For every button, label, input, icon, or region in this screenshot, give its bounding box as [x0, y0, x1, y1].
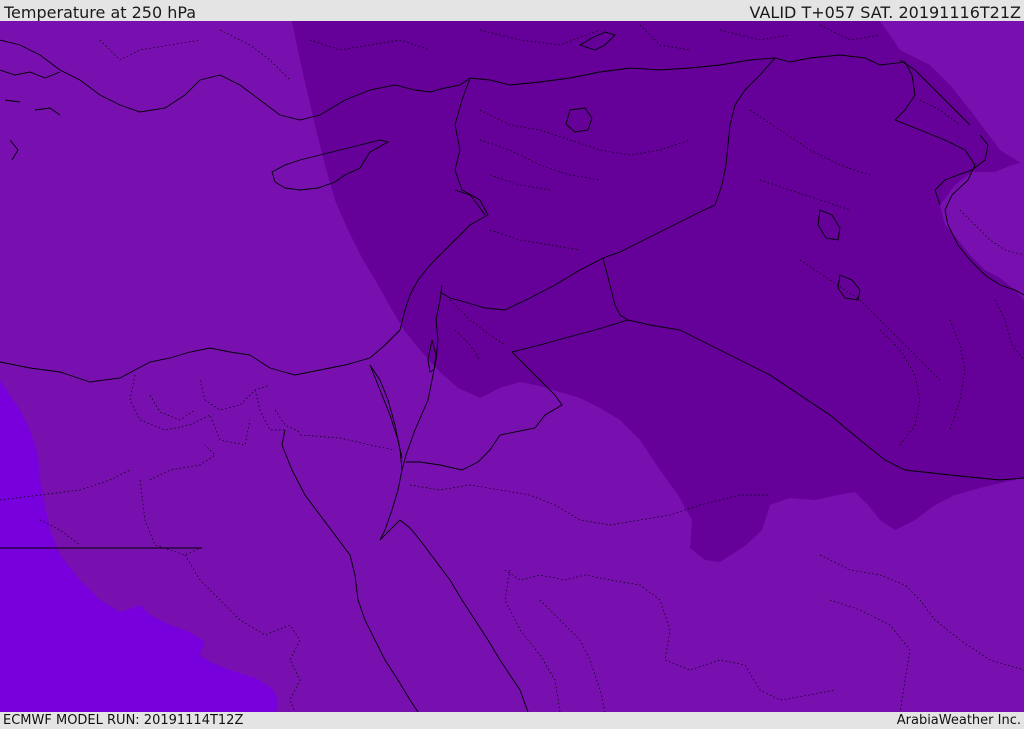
valid-time: VALID T+057 SAT. 20191116T21Z [749, 3, 1021, 22]
map-header: Temperature at 250 hPa VALID T+057 SAT. … [0, 0, 1024, 21]
weather-map-page: Temperature at 250 hPa VALID T+057 SAT. … [0, 0, 1024, 729]
model-run: ECMWF MODEL RUN: 20191114T12Z [3, 713, 244, 728]
map-title: Temperature at 250 hPa [4, 3, 197, 22]
map-area [0, 21, 1024, 712]
map-footer: ECMWF MODEL RUN: 20191114T12Z ArabiaWeat… [0, 712, 1024, 729]
map-svg [0, 21, 1024, 712]
credit: ArabiaWeather Inc. [896, 713, 1021, 728]
